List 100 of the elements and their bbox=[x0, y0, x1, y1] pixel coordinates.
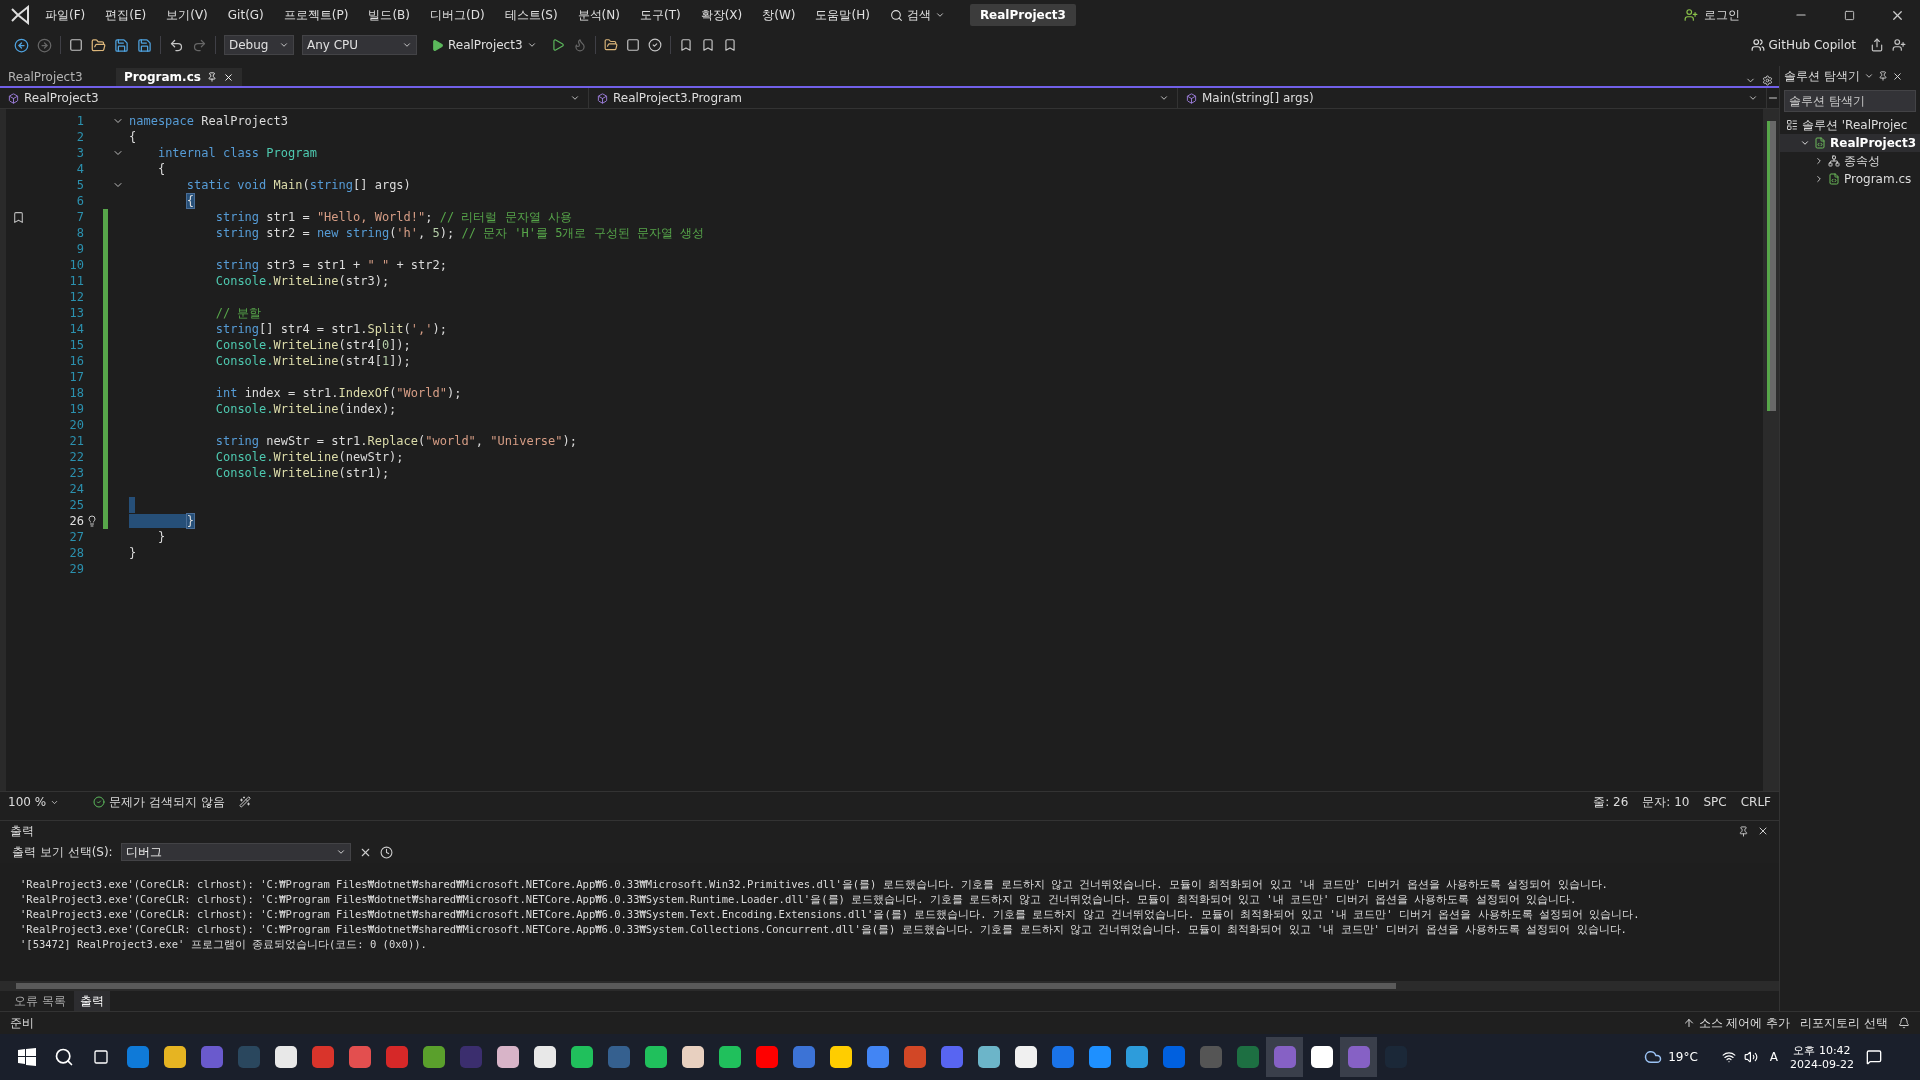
menu-item[interactable]: 파일(F) bbox=[36, 2, 95, 28]
document-tab[interactable]: Program.cs bbox=[116, 68, 242, 86]
menu-item[interactable]: Git(G) bbox=[218, 4, 273, 26]
back-icon[interactable] bbox=[14, 37, 29, 53]
restore-icon[interactable] bbox=[1843, 9, 1855, 21]
app-icon[interactable] bbox=[977, 1046, 1000, 1068]
bookmark-icon[interactable] bbox=[678, 38, 693, 52]
save-all-icon[interactable] bbox=[137, 37, 152, 53]
collapsed-caret-icon[interactable] bbox=[1814, 156, 1824, 166]
pin-icon[interactable] bbox=[1738, 825, 1749, 837]
menu-item[interactable]: 창(W) bbox=[753, 2, 805, 28]
caret-icon[interactable] bbox=[1863, 71, 1874, 81]
login-button[interactable]: 로그인 bbox=[1678, 5, 1746, 25]
clock-icon[interactable] bbox=[379, 845, 393, 859]
app-icon[interactable] bbox=[533, 1046, 556, 1068]
app-icon[interactable] bbox=[163, 1046, 186, 1068]
panel-tab[interactable]: 오류 목록 bbox=[8, 991, 72, 1011]
menu-item[interactable]: 빌드(B) bbox=[359, 2, 419, 28]
run-button[interactable]: RealProject3 bbox=[425, 37, 543, 53]
caret-icon[interactable] bbox=[402, 40, 412, 50]
line-indicator[interactable]: 줄: 26 bbox=[1593, 793, 1629, 811]
play-outline-icon[interactable] bbox=[550, 38, 565, 52]
caret-icon[interactable] bbox=[1748, 93, 1758, 103]
app-icon[interactable] bbox=[496, 1046, 519, 1068]
column-indicator[interactable]: 문자: 10 bbox=[1642, 793, 1690, 811]
wand-icon[interactable] bbox=[238, 796, 251, 808]
folder-icon[interactable] bbox=[603, 38, 618, 52]
feedback-icon[interactable] bbox=[1892, 38, 1906, 52]
navigation-dropdown[interactable]: Main(string[] args) bbox=[1178, 88, 1767, 108]
search-field[interactable]: 솔루션 탐색기 bbox=[1784, 90, 1916, 112]
lightbulb-icon[interactable] bbox=[86, 515, 98, 527]
notification-icon[interactable] bbox=[1866, 1049, 1882, 1065]
undo-icon[interactable] bbox=[169, 37, 184, 53]
app-icon[interactable] bbox=[718, 1046, 741, 1068]
issues-status[interactable]: 문제가 검색되지 않음 bbox=[93, 793, 225, 811]
task-view-icon[interactable] bbox=[92, 1049, 109, 1065]
whitespace-indicator[interactable]: SPC bbox=[1703, 795, 1727, 809]
caret-icon[interactable] bbox=[1159, 93, 1169, 103]
folder-icon[interactable] bbox=[91, 37, 106, 53]
volume-icon[interactable] bbox=[1743, 1050, 1758, 1064]
menu-item[interactable]: 도구(T) bbox=[630, 2, 690, 28]
wifi-icon[interactable] bbox=[1721, 1050, 1736, 1064]
navigation-dropdown[interactable]: RealProject3.Program bbox=[589, 88, 1178, 108]
tree-item[interactable]: Program.cs bbox=[1844, 172, 1912, 186]
menu-item[interactable]: 편집(E) bbox=[96, 2, 156, 28]
menu-item[interactable]: 보기(V) bbox=[157, 2, 217, 28]
check-icon[interactable] bbox=[647, 38, 662, 52]
save-icon[interactable] bbox=[114, 37, 129, 53]
pin-icon[interactable] bbox=[206, 72, 217, 82]
repository-button[interactable]: 리포지토리 선택 bbox=[1800, 1014, 1888, 1032]
menu-item[interactable]: 디버그(D) bbox=[421, 2, 494, 28]
platform-dropdown[interactable]: Any CPU bbox=[302, 35, 417, 55]
redo-icon[interactable] bbox=[192, 37, 207, 53]
navigation-dropdown[interactable]: RealProject3 bbox=[0, 88, 589, 108]
caret-icon[interactable] bbox=[934, 10, 945, 20]
bookmark-icon[interactable] bbox=[722, 38, 737, 52]
close-icon[interactable] bbox=[1757, 825, 1769, 837]
close-icon[interactable] bbox=[222, 71, 234, 83]
pin-icon[interactable] bbox=[1877, 71, 1888, 81]
app-icon[interactable] bbox=[1014, 1046, 1037, 1068]
app-icon[interactable] bbox=[644, 1046, 667, 1068]
caret-icon[interactable] bbox=[570, 93, 580, 103]
menu-item[interactable]: 프로젝트(P) bbox=[274, 2, 358, 28]
copilot-icon[interactable] bbox=[1750, 38, 1765, 52]
menu-item[interactable]: 도움말(H) bbox=[806, 2, 879, 28]
menu-item[interactable]: 확장(X) bbox=[691, 2, 752, 28]
caret-icon[interactable] bbox=[279, 40, 289, 50]
forward-icon[interactable] bbox=[37, 37, 52, 53]
play-icon[interactable] bbox=[431, 38, 444, 52]
menu-item[interactable]: 테스트(S) bbox=[495, 2, 567, 28]
source-control-button[interactable]: 소스 제어에 추가 bbox=[1682, 1014, 1791, 1032]
line-ending-indicator[interactable]: CRLF bbox=[1740, 795, 1771, 809]
panel-tab[interactable]: 출력 bbox=[73, 991, 110, 1011]
zoom-dropdown[interactable]: 100 % bbox=[8, 795, 60, 809]
bookmark-icon[interactable] bbox=[700, 38, 715, 52]
copilot-button[interactable]: GitHub Copilot bbox=[1744, 37, 1862, 53]
settings-icon[interactable] bbox=[1762, 75, 1773, 86]
person-plus-icon[interactable] bbox=[1684, 8, 1698, 22]
input-method-indicator[interactable]: A bbox=[1769, 1050, 1779, 1064]
share-icon[interactable] bbox=[1870, 38, 1884, 52]
caret-icon[interactable] bbox=[526, 40, 537, 50]
caret-icon[interactable] bbox=[335, 847, 346, 857]
search-icon[interactable] bbox=[53, 1047, 74, 1067]
configuration-dropdown[interactable]: Debug bbox=[224, 35, 294, 55]
close-icon[interactable] bbox=[1891, 70, 1903, 82]
scrollbar[interactable] bbox=[1763, 109, 1779, 791]
tree-item[interactable]: 솔루션 'RealProjec bbox=[1802, 116, 1908, 134]
clock-date[interactable]: 2024-09-22 bbox=[1790, 1058, 1854, 1071]
app-icon[interactable] bbox=[274, 1046, 297, 1068]
clock-time[interactable]: 오후 10:42 bbox=[1793, 1043, 1851, 1058]
app-icon[interactable] bbox=[570, 1046, 593, 1068]
app-icon[interactable] bbox=[829, 1046, 852, 1068]
tree-item[interactable]: 종속성 bbox=[1844, 152, 1880, 170]
flame-icon[interactable] bbox=[572, 38, 587, 52]
app-icon[interactable] bbox=[1310, 1046, 1333, 1068]
notification-icon[interactable] bbox=[1898, 1017, 1910, 1029]
expanded-caret-icon[interactable] bbox=[1800, 138, 1810, 148]
app-icon[interactable] bbox=[681, 1046, 704, 1068]
search-button[interactable]: 검색 bbox=[880, 2, 954, 28]
output-source-dropdown[interactable]: 디버그 bbox=[120, 843, 351, 861]
